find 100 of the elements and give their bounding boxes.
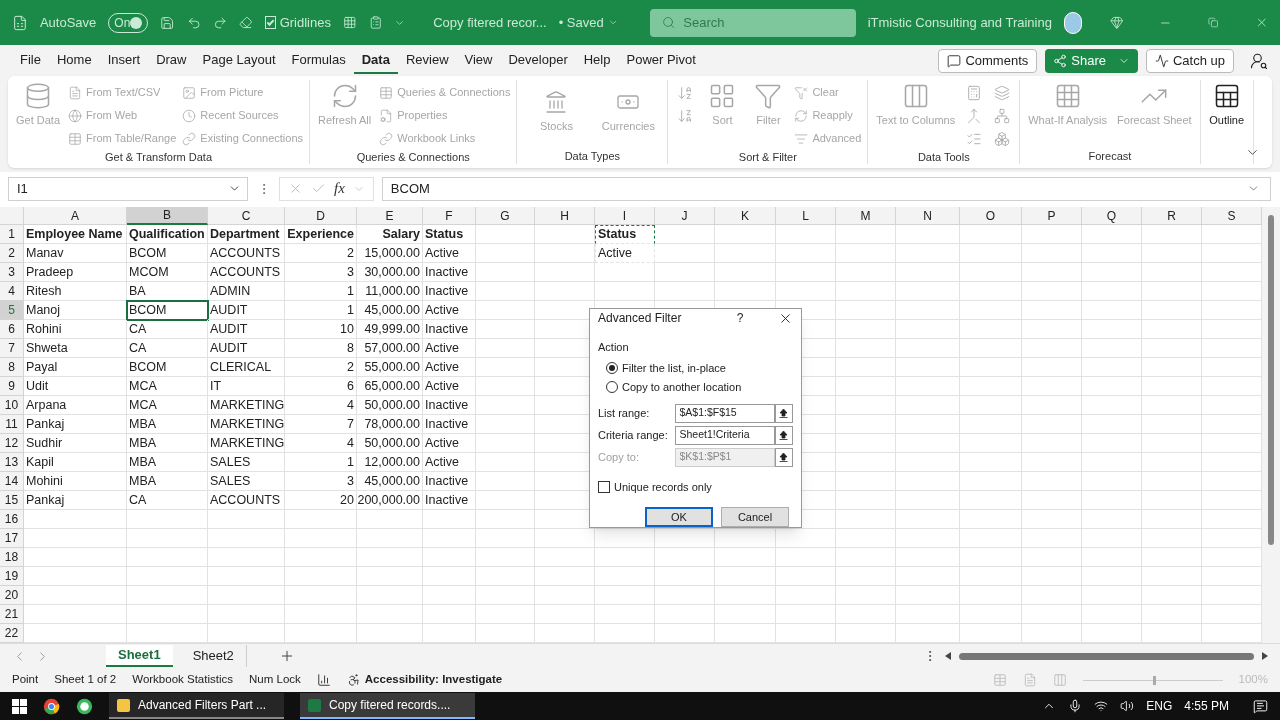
chart-icon[interactable] — [316, 673, 331, 687]
formula-field[interactable]: BCOM — [381, 176, 1271, 201]
scroll-right-icon[interactable] — [1262, 652, 1268, 660]
cancel-icon[interactable] — [288, 181, 303, 196]
sheet-tab[interactable]: Sheet1 — [106, 645, 173, 667]
chat-app-icon[interactable] — [76, 697, 93, 715]
page-layout-icon[interactable] — [1022, 673, 1037, 687]
radio-label[interactable]: Filter the list, in-place — [622, 359, 726, 376]
language-indicator[interactable]: ENG — [1146, 697, 1173, 715]
taskbar-app[interactable]: Advanced Filters Part ... — [109, 693, 284, 719]
ribbon-large-button[interactable]: Outline — [1206, 82, 1247, 127]
row-header[interactable]: 13 — [0, 453, 24, 472]
column-header[interactable]: G — [476, 207, 535, 225]
taskbar-app[interactable]: Copy fitered records.... — [300, 693, 475, 719]
clock[interactable]: 4:55 PM — [1184, 697, 1229, 715]
column-header[interactable]: I — [595, 207, 655, 225]
row-header[interactable]: 7 — [0, 339, 24, 358]
row-header[interactable]: 14 — [0, 472, 24, 491]
clipboard-icon[interactable] — [368, 14, 383, 31]
checkbox[interactable] — [598, 480, 610, 493]
column-header[interactable]: C — [208, 207, 285, 225]
row-header[interactable]: 15 — [0, 491, 24, 510]
row-header[interactable]: 1 — [0, 225, 24, 244]
menu-tab[interactable]: View — [456, 47, 501, 74]
menu-tab[interactable]: Home — [48, 47, 100, 74]
column-header[interactable]: N — [896, 207, 960, 225]
row-header[interactable]: 4 — [0, 282, 24, 301]
menu-tab[interactable]: Help — [575, 47, 619, 74]
save-status[interactable]: • Saved — [558, 12, 604, 33]
radio-label[interactable]: Copy to another location — [622, 379, 742, 396]
menu-tab[interactable]: File — [12, 47, 49, 74]
diamond-icon[interactable] — [1109, 14, 1124, 31]
gridlines-checkbox[interactable] — [264, 16, 276, 29]
row-header[interactable]: 10 — [0, 396, 24, 415]
row-header[interactable]: 2 — [0, 244, 24, 263]
collapse-dialog-button[interactable] — [774, 447, 793, 467]
menu-tab[interactable]: Insert — [99, 47, 149, 74]
coauthor-icon[interactable] — [1250, 51, 1268, 70]
column-header[interactable]: E — [357, 207, 423, 225]
column-header[interactable]: H — [535, 207, 595, 225]
top-bar-button[interactable]: Share — [1045, 48, 1138, 73]
row-header[interactable]: 6 — [0, 320, 24, 339]
column-header[interactable]: Q — [1082, 207, 1142, 225]
eraser-icon[interactable] — [239, 14, 253, 31]
insert-function-button[interactable]: fx — [334, 177, 345, 200]
range-field[interactable]: $A$1:$F$15 — [675, 403, 775, 423]
wifi-icon[interactable] — [1094, 699, 1109, 713]
row-header[interactable]: 8 — [0, 358, 24, 377]
column-header[interactable]: D — [285, 207, 357, 225]
column-header[interactable]: L — [776, 207, 836, 225]
column-header[interactable]: K — [715, 207, 776, 225]
collapse-dialog-button[interactable] — [774, 425, 793, 445]
grid-icon[interactable] — [342, 14, 357, 31]
row-header[interactable]: 16 — [0, 510, 24, 529]
column-header[interactable]: R — [1142, 207, 1202, 225]
range-field[interactable]: Sheet1!Criteria — [675, 425, 775, 445]
column-header[interactable]: O — [960, 207, 1022, 225]
top-bar-button[interactable]: Catch up — [1145, 48, 1234, 73]
help-button[interactable]: ? — [730, 309, 750, 327]
speaker-icon[interactable] — [1120, 699, 1135, 713]
sheet-tab[interactable]: Sheet2 — [180, 645, 247, 667]
vertical-scrollbar[interactable] — [1268, 215, 1274, 545]
active-cell[interactable]: BCOM — [127, 301, 208, 320]
dialog-button[interactable]: OK — [645, 507, 713, 527]
row-header[interactable]: 12 — [0, 434, 24, 453]
zoom-slider[interactable] — [1082, 675, 1223, 685]
accessibility-icon[interactable] — [346, 673, 361, 687]
row-header[interactable]: 5 — [0, 301, 24, 320]
page-break-icon[interactable] — [1052, 673, 1067, 687]
checkbox-label[interactable]: Unique records only — [614, 478, 712, 495]
accessibility-status[interactable]: Accessibility: Investigate — [364, 671, 503, 689]
menu-tab[interactable]: Review — [397, 47, 457, 74]
column-header[interactable]: B — [127, 207, 208, 225]
row-header[interactable]: 3 — [0, 263, 24, 282]
scroll-left-icon[interactable] — [944, 652, 951, 660]
row-header[interactable]: 17 — [0, 529, 24, 548]
menu-tab[interactable]: Data — [353, 47, 398, 74]
row-header[interactable]: 19 — [0, 567, 24, 586]
restore-icon[interactable] — [1208, 16, 1219, 29]
row-header[interactable]: 20 — [0, 586, 24, 605]
notifications-icon[interactable] — [1253, 698, 1268, 714]
search-input[interactable]: Search — [683, 12, 844, 33]
column-header[interactable]: P — [1022, 207, 1082, 225]
menu-tab[interactable]: Draw — [148, 47, 195, 74]
row-header[interactable]: 11 — [0, 415, 24, 434]
browser-icon[interactable] — [43, 697, 60, 715]
row-header[interactable]: 22 — [0, 624, 24, 643]
column-header[interactable]: J — [655, 207, 715, 225]
windows-logo-icon[interactable] — [12, 698, 27, 714]
column-header[interactable]: M — [836, 207, 896, 225]
row-header[interactable]: 18 — [0, 548, 24, 567]
menu-tab[interactable]: Developer — [500, 47, 576, 74]
top-bar-button[interactable]: Comments — [938, 48, 1038, 73]
horizontal-scrollbar[interactable] — [958, 652, 1254, 660]
column-header[interactable]: F — [423, 207, 476, 225]
normal-view-icon[interactable] — [992, 673, 1007, 687]
search-field[interactable]: Search — [650, 8, 856, 37]
menu-tab[interactable]: Formulas — [283, 47, 354, 74]
name-box[interactable]: I1 — [8, 176, 248, 201]
avatar[interactable] — [1063, 11, 1082, 34]
